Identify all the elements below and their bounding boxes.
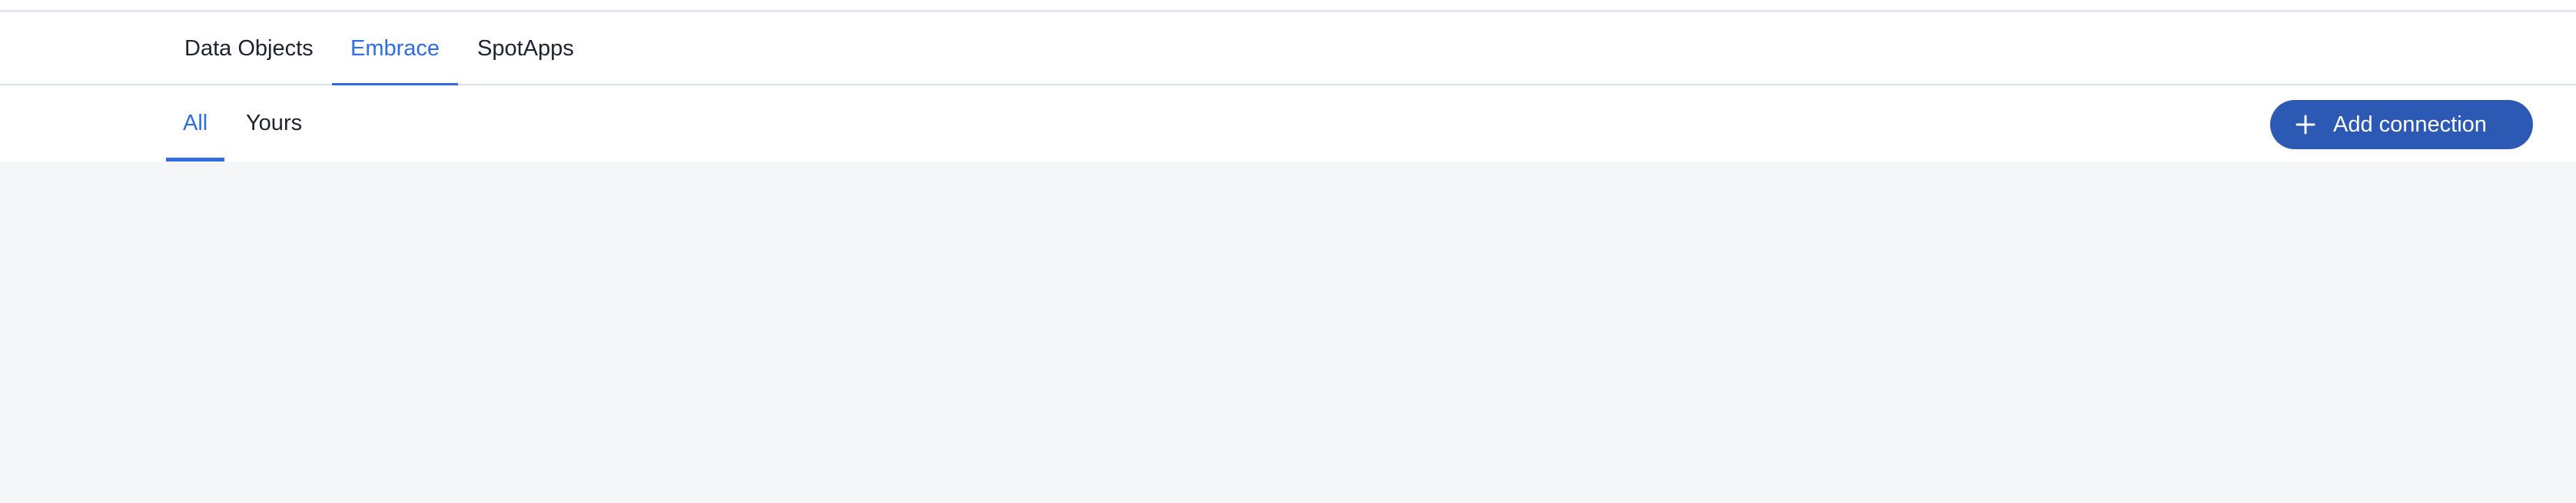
- content-area: [0, 162, 2576, 503]
- add-connection-label: Add connection: [2333, 112, 2487, 137]
- tab-label: SpotApps: [477, 36, 574, 61]
- subtab-label: Yours: [246, 111, 303, 135]
- add-connection-button[interactable]: Add connection: [2270, 100, 2533, 149]
- tab-label: Data Objects: [184, 36, 314, 61]
- subtab-all[interactable]: All: [166, 85, 225, 162]
- tab-label: Embrace: [350, 36, 440, 61]
- subtab-label: All: [183, 111, 208, 135]
- main-tab-bar: Data Objects Embrace SpotApps: [0, 12, 2576, 87]
- top-banner-strip: [0, 0, 2576, 12]
- subtab-yours[interactable]: Yours: [246, 85, 302, 162]
- tab-data-objects[interactable]: Data Objects: [184, 12, 314, 85]
- tab-embrace[interactable]: Embrace: [332, 12, 459, 87]
- plus-icon: [2295, 115, 2315, 135]
- tab-spotapps[interactable]: SpotApps: [477, 12, 574, 85]
- sub-tab-bar: All Yours Add connection: [0, 85, 2576, 162]
